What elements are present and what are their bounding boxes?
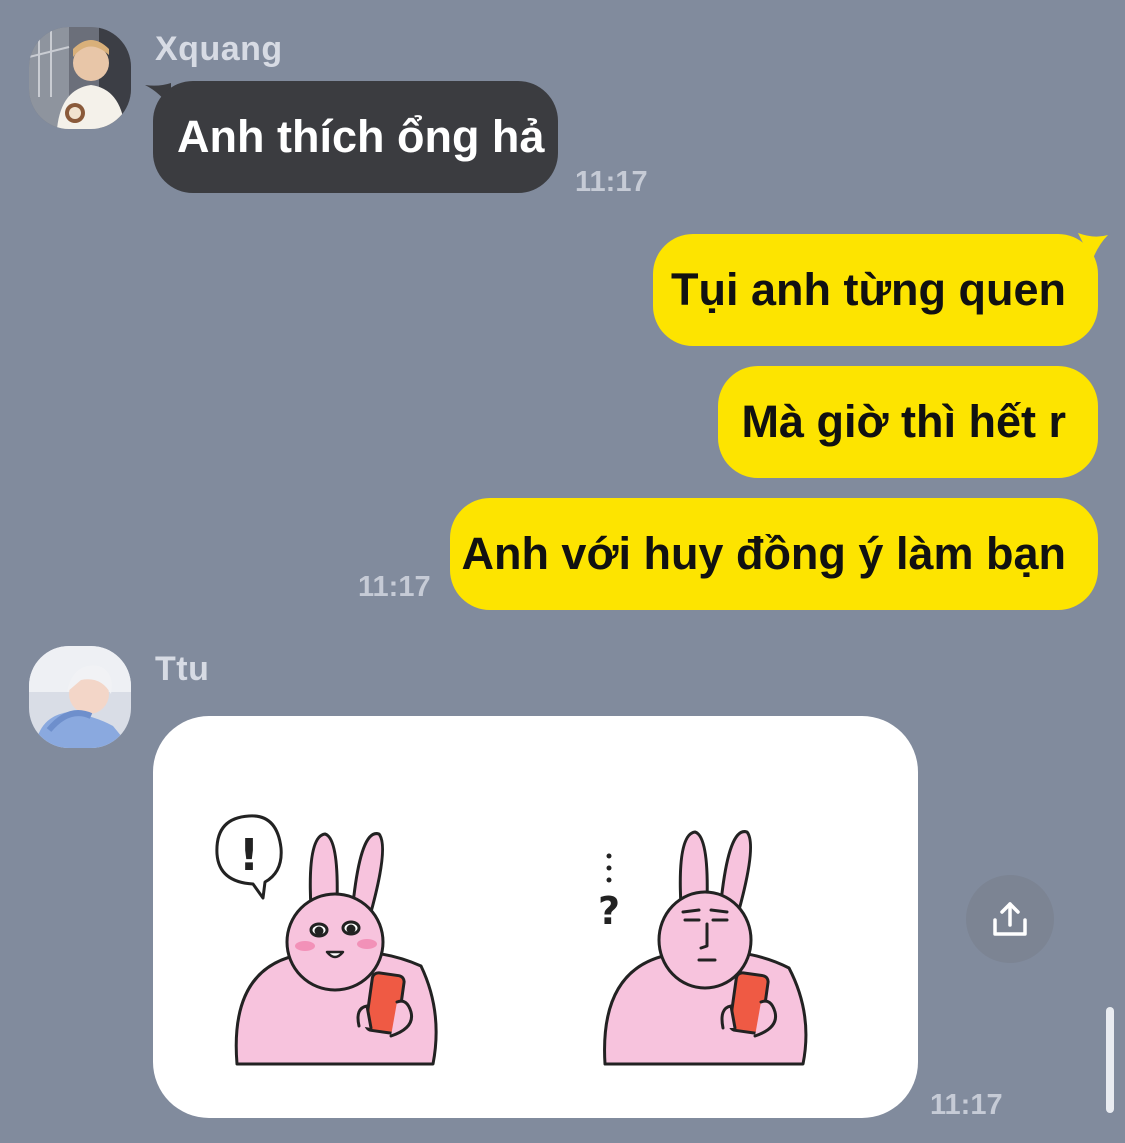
share-button[interactable]: [966, 875, 1054, 963]
message-text: Anh với huy đồng ý làm bạn: [461, 528, 1066, 579]
message-bubble-outgoing[interactable]: Anh với huy đồng ý làm bạn: [450, 498, 1098, 610]
sticker-message[interactable]: ! ?: [153, 716, 918, 1118]
message-time: 11:17: [575, 166, 648, 198]
bunny-sticker: ! ?: [215, 814, 808, 1066]
message-bubble-outgoing[interactable]: Tụi anh từng quen: [653, 234, 1098, 346]
message-text: Tụi anh từng quen: [670, 264, 1066, 315]
sender-name-xquang: Xquang: [155, 30, 283, 68]
sticker-exclamation: !: [239, 830, 259, 881]
bunny-confused: [603, 830, 808, 1066]
message-text: Anh thích ổng hả: [177, 111, 545, 162]
message-bubble-incoming[interactable]: Anh thích ổng hả: [153, 81, 558, 193]
message-text: Mà giờ thì hết r: [741, 396, 1067, 447]
message-bubble-outgoing[interactable]: Mà giờ thì hết r: [718, 366, 1098, 478]
message-time: 11:17: [930, 1089, 1003, 1121]
sender-name-ttu: Ttu: [155, 650, 210, 688]
share-icon: [993, 902, 1027, 936]
scrollbar-thumb[interactable]: [1106, 1007, 1114, 1113]
sticker-question: ?: [598, 889, 620, 933]
avatar-photo-ttu: [29, 646, 131, 748]
message-time: 11:17: [358, 571, 431, 603]
avatar-ttu[interactable]: [29, 646, 131, 748]
avatar-xquang[interactable]: [29, 27, 131, 129]
avatar-photo-xquang: [29, 27, 131, 129]
